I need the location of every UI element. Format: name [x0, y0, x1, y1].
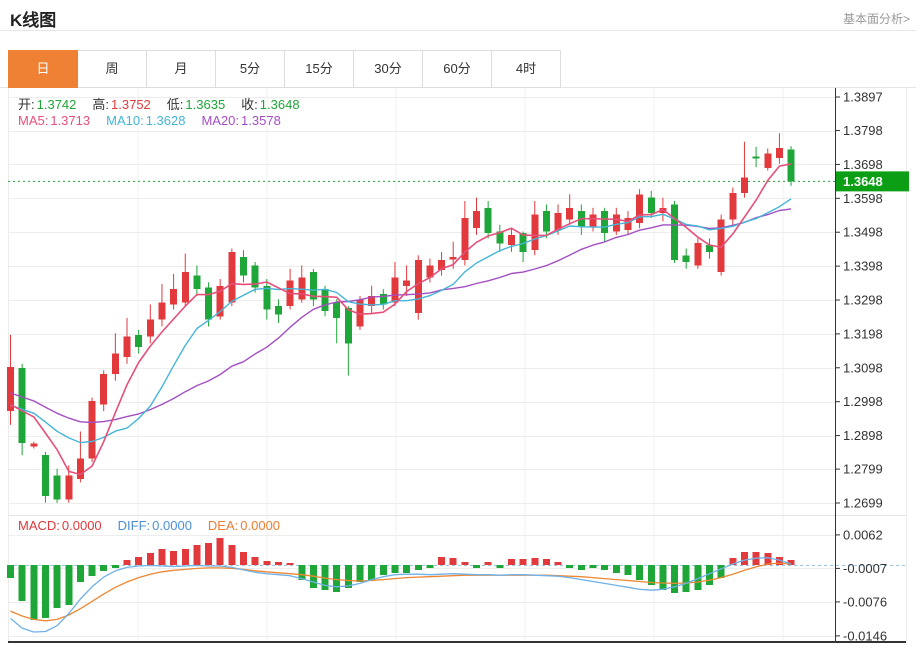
svg-text:1.3498: 1.3498 [843, 225, 883, 240]
svg-text:-0.0007: -0.0007 [843, 561, 887, 576]
readout-value: 1.3752 [111, 97, 151, 112]
readout-label: 开: [18, 97, 35, 112]
tab-4时[interactable]: 4时 [491, 50, 561, 88]
readout-value: 1.3742 [37, 97, 77, 112]
tab-15分[interactable]: 15分 [284, 50, 354, 88]
price-axis-labels: 1.3897 1.3798 1.3698 1.3598 1.3498 1.3398 1.32… [835, 90, 883, 511]
macd-readout: MACD:0.0000DIFF:0.0000DEA:0.0000 [18, 518, 296, 533]
readout-label: 高: [92, 97, 109, 112]
kline-app: K线图 基本面分析> 日周月5分15分30分60分4时 1.3897 1.3798… [0, 0, 916, 648]
readout-label: MACD: [18, 518, 60, 533]
readout-label: DIFF: [118, 518, 151, 533]
kline-chart-svg[interactable]: 1.3897 1.3798 1.3698 1.3598 1.3498 1.3398 1.32… [0, 88, 916, 648]
tab-周[interactable]: 周 [77, 50, 147, 88]
readout-label: MA10: [106, 113, 144, 128]
readout-label: MA5: [18, 113, 48, 128]
readout-value: 1.3635 [185, 97, 225, 112]
svg-text:1.2898: 1.2898 [843, 428, 883, 443]
fundamental-analysis-link[interactable]: 基本面分析> [843, 10, 910, 27]
readout-value: 0.0000 [240, 518, 280, 533]
macd-axis-labels: 0.0062 -0.0007 -0.0076 -0.0146 [835, 527, 887, 643]
svg-text:1.2998: 1.2998 [843, 394, 883, 409]
readout-value: 0.0000 [152, 518, 192, 533]
readout-value: 1.3578 [241, 113, 281, 128]
period-tabs: 日周月5分15分30分60分4时 [8, 50, 561, 88]
svg-text:1.3798: 1.3798 [843, 123, 883, 138]
tab-日[interactable]: 日 [8, 50, 78, 88]
readout-label: DEA: [208, 518, 238, 533]
svg-text:1.2799: 1.2799 [843, 462, 883, 477]
svg-text:1.2699: 1.2699 [843, 496, 883, 511]
ma-readout: MA5:1.3713 MA10:1.3628 MA20:1.3578 [18, 113, 297, 128]
tab-60分[interactable]: 60分 [422, 50, 492, 88]
page-title: K线图 [10, 6, 56, 31]
tab-30分[interactable]: 30分 [353, 50, 423, 88]
svg-text:1.3648: 1.3648 [843, 174, 883, 189]
svg-text:-0.0146: -0.0146 [843, 628, 887, 643]
ohlc-readout: 开:1.3742 高:1.3752 低:1.3635 收:1.3648 [18, 94, 316, 113]
header-divider [0, 30, 916, 31]
readout-value: 0.0000 [62, 518, 102, 533]
svg-text:1.3698: 1.3698 [843, 157, 883, 172]
readout-label: MA20: [201, 113, 239, 128]
readout-value: 1.3713 [50, 113, 90, 128]
svg-text:1.3398: 1.3398 [843, 259, 883, 274]
macd-histogram [7, 538, 795, 620]
readout-label: 低: [167, 97, 184, 112]
svg-text:1.3298: 1.3298 [843, 293, 883, 308]
svg-text:1.3098: 1.3098 [843, 360, 883, 375]
current-price-badge: 1.3648 [836, 171, 909, 191]
tab-5分[interactable]: 5分 [215, 50, 285, 88]
svg-text:0.0062: 0.0062 [843, 527, 883, 542]
svg-text:1.3198: 1.3198 [843, 326, 883, 341]
readout-value: 1.3628 [146, 113, 186, 128]
candles [7, 133, 795, 503]
readout-value: 1.3648 [260, 97, 300, 112]
svg-text:-0.0076: -0.0076 [843, 594, 887, 609]
tab-月[interactable]: 月 [146, 50, 216, 88]
svg-text:1.3598: 1.3598 [843, 191, 883, 206]
readout-label: 收: [241, 97, 258, 112]
chart-area[interactable]: 1.3897 1.3798 1.3698 1.3598 1.3498 1.3398 1.32… [0, 88, 916, 648]
svg-text:1.3897: 1.3897 [843, 90, 883, 105]
